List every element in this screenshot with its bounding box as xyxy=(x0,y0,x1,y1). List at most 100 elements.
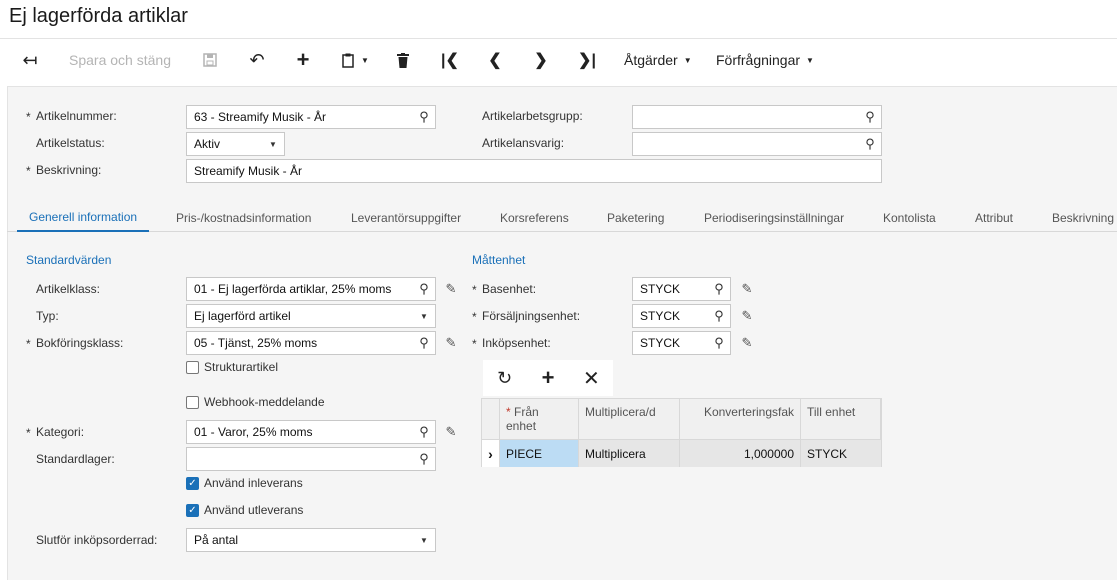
posting-class-value: 05 - Tjänst, 25% moms xyxy=(194,336,318,350)
edit-pencil-icon[interactable]: ✎ xyxy=(443,281,459,297)
search-icon[interactable]: ⚲ xyxy=(413,421,435,443)
item-class-label: Artikelklass: xyxy=(36,282,101,296)
save-icon[interactable] xyxy=(196,45,224,75)
webhook-checkbox[interactable]: Webhook-meddelande xyxy=(186,395,325,409)
add-icon[interactable]: + xyxy=(289,45,317,75)
actions-menu[interactable]: Åtgärder ▼ xyxy=(624,45,692,75)
previous-record-icon[interactable]: ❮ xyxy=(482,45,508,75)
search-icon[interactable]: ⚲ xyxy=(859,133,881,155)
search-icon[interactable]: ⚲ xyxy=(708,278,730,300)
tab-account-list[interactable]: Kontolista xyxy=(871,204,948,232)
search-icon[interactable]: ⚲ xyxy=(859,106,881,128)
last-record-icon[interactable]: ❯| xyxy=(574,45,600,75)
tab-vendors[interactable]: Leverantörsuppgifter xyxy=(339,204,473,232)
required-marker: * xyxy=(26,337,31,351)
purchase-unit-field[interactable]: STYCK ⚲ xyxy=(632,331,731,355)
column-header-multiply[interactable]: Multiplicera/d xyxy=(579,399,680,440)
owner-field[interactable]: ⚲ xyxy=(632,132,882,156)
search-icon[interactable]: ⚲ xyxy=(413,278,435,300)
page-title: Ej lagerförda artiklar xyxy=(9,5,188,27)
cell-from-unit[interactable]: PIECE xyxy=(500,440,579,467)
tab-packaging[interactable]: Paketering xyxy=(595,204,676,232)
required-marker: * xyxy=(26,110,31,124)
purchase-unit-value: STYCK xyxy=(640,336,681,350)
checkbox-checked-icon[interactable]: ✓ xyxy=(186,503,199,517)
required-marker: * xyxy=(472,337,477,351)
use-receipt-checkbox[interactable]: ✓ Använd inleverans xyxy=(186,476,303,490)
required-marker: * xyxy=(472,283,477,297)
row-selector-chevron-icon[interactable]: › xyxy=(482,440,500,467)
edit-pencil-icon[interactable]: ✎ xyxy=(443,335,459,351)
item-status-select[interactable]: Aktiv ▼ xyxy=(186,132,285,156)
cell-to-unit[interactable]: STYCK xyxy=(801,440,881,467)
refresh-icon[interactable]: ↻ xyxy=(483,360,526,396)
chevron-down-icon: ▼ xyxy=(683,55,692,65)
tab-price-cost[interactable]: Pris-/kostnadsinformation xyxy=(164,204,323,232)
category-field[interactable]: 01 - Varor, 25% moms ⚲ xyxy=(186,420,436,444)
description-value: Streamify Musik - År xyxy=(194,164,303,178)
grid-row-header xyxy=(482,399,500,440)
delete-row-icon[interactable]: ✕ xyxy=(570,360,613,396)
use-shipment-checkbox[interactable]: ✓ Använd utleverans xyxy=(186,503,303,517)
type-label: Typ: xyxy=(36,309,59,323)
tab-cross-reference[interactable]: Korsreferens xyxy=(488,204,581,232)
undo-icon[interactable]: ↶ xyxy=(243,45,271,75)
search-icon[interactable]: ⚲ xyxy=(413,106,435,128)
tab-deferral-settings[interactable]: Periodiseringsinställningar xyxy=(692,204,856,232)
paste-icon[interactable]: ▼ xyxy=(336,45,374,75)
search-icon[interactable]: ⚲ xyxy=(708,332,730,354)
default-warehouse-label: Standardlager: xyxy=(36,452,115,466)
default-warehouse-field[interactable]: ⚲ xyxy=(186,447,436,471)
checkbox-checked-icon[interactable]: ✓ xyxy=(186,476,199,490)
search-icon[interactable]: ⚲ xyxy=(413,332,435,354)
required-marker: * xyxy=(472,310,477,324)
search-icon[interactable]: ⚲ xyxy=(413,448,435,470)
sales-unit-value: STYCK xyxy=(640,309,681,323)
description-field[interactable]: Streamify Musik - År xyxy=(186,159,882,183)
edit-pencil-icon[interactable]: ✎ xyxy=(739,335,755,351)
inquiries-menu[interactable]: Förfrågningar ▼ xyxy=(716,45,814,75)
base-unit-field[interactable]: STYCK ⚲ xyxy=(632,277,731,301)
category-label: Kategori: xyxy=(36,425,85,439)
item-class-value: 01 - Ej lagerförda artiklar, 25% moms xyxy=(194,282,392,296)
owner-label: Artikelansvarig: xyxy=(482,136,565,150)
chevron-down-icon: ▼ xyxy=(806,55,814,65)
first-record-icon[interactable]: |❮ xyxy=(437,45,463,75)
column-header-conversion-factor[interactable]: Konverteringsfak xyxy=(680,399,801,440)
item-class-field[interactable]: 01 - Ej lagerförda artiklar, 25% moms ⚲ xyxy=(186,277,436,301)
conversion-grid-toolbar: ↻ + ✕ xyxy=(483,360,613,396)
item-status-value: Aktiv xyxy=(194,137,221,151)
tab-description[interactable]: Beskrivning xyxy=(1040,204,1117,232)
work-group-label: Artikelarbetsgrupp: xyxy=(482,109,583,123)
edit-pencil-icon[interactable]: ✎ xyxy=(739,308,755,324)
sales-unit-field[interactable]: STYCK ⚲ xyxy=(632,304,731,328)
tab-general-information[interactable]: Generell information xyxy=(17,204,150,232)
next-record-icon[interactable]: ❯ xyxy=(528,45,554,75)
item-number-field[interactable]: 63 - Streamify Musik - År ⚲ xyxy=(186,105,436,129)
cell-conversion-factor[interactable]: 1,000000 xyxy=(680,440,801,467)
column-header-to-unit[interactable]: Till enhet xyxy=(801,399,881,440)
structure-item-checkbox[interactable]: Strukturartikel xyxy=(186,360,278,374)
complete-po-line-select[interactable]: På antal ▼ xyxy=(186,528,436,552)
column-header-from-unit[interactable]: * Från enhet xyxy=(500,399,579,440)
edit-pencil-icon[interactable]: ✎ xyxy=(443,424,459,440)
search-icon[interactable]: ⚲ xyxy=(708,305,730,327)
posting-class-label: Bokföringsklass: xyxy=(36,336,124,350)
delete-icon[interactable] xyxy=(390,45,416,75)
cell-multiply[interactable]: Multiplicera xyxy=(579,440,680,467)
chevron-down-icon: ▼ xyxy=(420,311,428,321)
checkbox-box[interactable] xyxy=(186,360,199,374)
work-group-field[interactable]: ⚲ xyxy=(632,105,882,129)
posting-class-field[interactable]: 05 - Tjänst, 25% moms ⚲ xyxy=(186,331,436,355)
required-marker: * xyxy=(26,426,31,440)
required-marker: * xyxy=(506,405,511,419)
edit-pencil-icon[interactable]: ✎ xyxy=(739,281,755,297)
save-and-close-button[interactable]: Spara och stäng xyxy=(62,45,178,75)
tab-attributes[interactable]: Attribut xyxy=(963,204,1025,232)
back-arrow-icon[interactable]: ↤ xyxy=(14,45,46,75)
checkbox-box[interactable] xyxy=(186,395,199,409)
complete-po-line-label: Slutför inköpsorderrad: xyxy=(36,533,158,547)
type-select[interactable]: Ej lagerförd artikel ▼ xyxy=(186,304,436,328)
add-row-icon[interactable]: + xyxy=(526,360,569,396)
chevron-down-icon: ▼ xyxy=(269,139,277,149)
